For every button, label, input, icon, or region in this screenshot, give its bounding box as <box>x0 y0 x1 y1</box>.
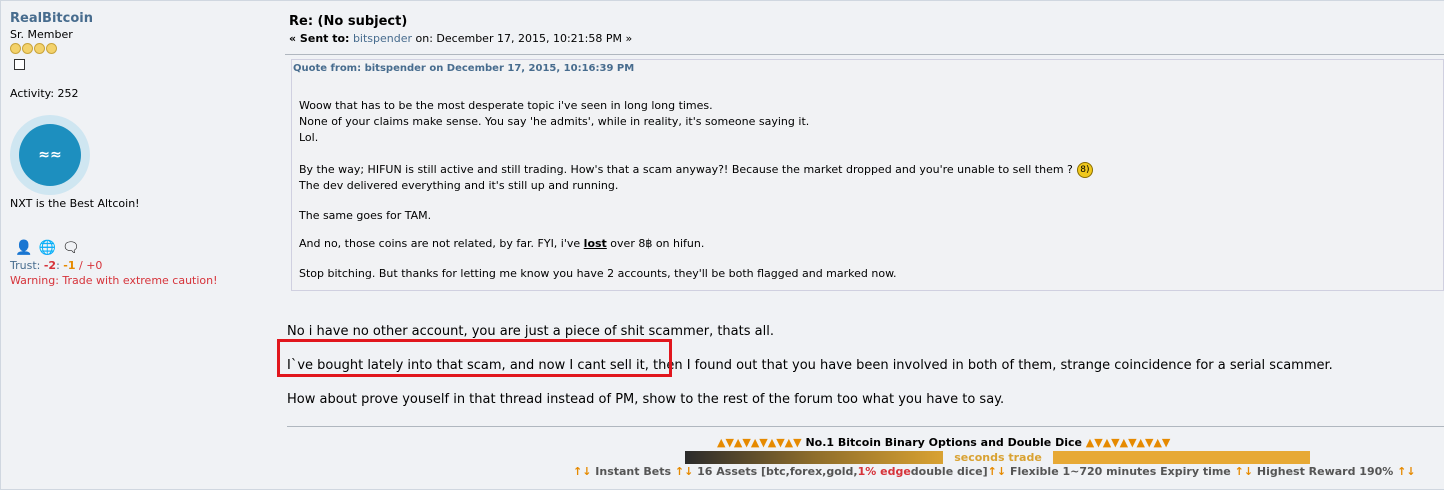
signature-line-3[interactable]: ↑↓ Instant Bets ↑↓ 16 Assets [btc,forex,… <box>573 465 1416 478</box>
signature-line-1[interactable]: ▲▼▲▼▲▼▲▼▲▼ No.1 Bitcoin Binary Options a… <box>717 436 1170 449</box>
arrows-icon: ↑↓ <box>987 465 1007 478</box>
arrows-icon: ↑↓ <box>1397 465 1416 478</box>
star-icon <box>22 43 33 54</box>
trust-neutral: -1 <box>63 259 76 272</box>
message-content: Re: (No subject) « Sent to: bitspender o… <box>277 1 1444 489</box>
triangle-decoration: ▲▼▲▼▲▼▲▼▲▼ <box>1085 436 1171 449</box>
body-line: How about prove youself in that thread i… <box>287 392 1005 407</box>
quote-line-text: By the way; HIFUN is still active and st… <box>299 163 1073 176</box>
quote-line: By the way; HIFUN is still active and st… <box>299 162 1093 178</box>
trust-label: Trust: <box>10 259 44 272</box>
recipient-link[interactable]: bitspender <box>353 32 412 45</box>
trust-positive: / +0 <box>79 259 103 272</box>
member-rank: Sr. Member <box>10 28 73 41</box>
triangle-decoration: ▲▼▲▼▲▼▲▼▲▼ <box>717 436 802 449</box>
star-icon <box>46 43 57 54</box>
website-globe-icon[interactable]: 🌐 <box>38 240 55 256</box>
trust-negative: -2 <box>43 259 57 272</box>
trust-score: Trust: -2: -1 / +0 <box>10 259 103 272</box>
quote-header-link[interactable]: Quote from: bitspender on December 17, 2… <box>293 63 634 74</box>
message-subject: Re: (No subject) <box>289 14 408 29</box>
banner-text: seconds trade <box>954 450 1042 464</box>
arrows-icon: ↑↓ <box>674 465 694 478</box>
quote-line: The dev delivered everything and it's st… <box>299 179 619 192</box>
star-icon <box>10 43 21 54</box>
quote-line: And no, those coins are not related, by … <box>299 237 705 250</box>
quote-line: Woow that has to be the most desperate t… <box>299 99 713 112</box>
personal-text: NXT is the Best Altcoin! <box>10 197 140 210</box>
sent-date: on: December 17, 2015, 10:21:58 PM » <box>415 32 633 45</box>
quote-line <box>299 146 1093 162</box>
sent-to-label: « Sent to: <box>289 32 350 45</box>
quote-line <box>299 194 1093 208</box>
poster-info: RealBitcoin Sr. Member Activity: 252 ≈≈ … <box>1 1 276 489</box>
profile-icons: 👤 🌐 🗨 <box>15 240 80 256</box>
username-link[interactable]: RealBitcoin <box>10 11 93 26</box>
message-meta: « Sent to: bitspender on: December 17, 2… <box>289 32 632 45</box>
quote-line: Lol. <box>299 131 319 144</box>
checkbox-icon[interactable] <box>14 59 25 70</box>
signature-banner[interactable]: seconds trade <box>685 450 1310 464</box>
quote-line: None of your claims make sense. You say … <box>299 115 810 128</box>
sig-assets: 16 Assets [btc,forex,gold, <box>697 465 858 478</box>
quote-line: Stop bitching. But thanks for letting me… <box>299 267 897 280</box>
arrows-icon: ↑↓ <box>1234 465 1254 478</box>
sig-edge: 1% edge <box>857 465 911 478</box>
signature-title: No.1 Bitcoin Binary Options and Double D… <box>805 436 1082 449</box>
quote-body: Woow that has to be the most desperate t… <box>299 98 1093 282</box>
star-icon <box>34 43 45 54</box>
nxt-logo-icon: ≈≈ <box>19 124 81 186</box>
emphasis-lost: lost <box>583 237 607 250</box>
sig-instant-bets: Instant Bets <box>595 465 672 478</box>
sig-dice: double dice] <box>910 465 988 478</box>
quote-line <box>299 224 1093 236</box>
message-icon[interactable]: 🗨 <box>62 240 80 256</box>
sig-reward: Highest Reward 190% <box>1256 465 1394 478</box>
divider <box>285 54 1444 55</box>
highlight-box <box>277 339 672 377</box>
banner-gradient <box>685 450 943 464</box>
banner-gold-bar <box>1053 450 1310 464</box>
quote-line <box>299 252 1093 266</box>
profile-icon[interactable]: 👤 <box>15 240 32 256</box>
post-container: RealBitcoin Sr. Member Activity: 252 ≈≈ … <box>0 0 1444 490</box>
arrows-icon: ↑↓ <box>573 465 592 478</box>
activity-count: Activity: 252 <box>10 87 79 100</box>
rank-stars <box>10 43 57 54</box>
trust-warning: Warning: Trade with extreme caution! <box>10 274 218 287</box>
sig-flexible: Flexible 1~720 minutes Expiry time <box>1009 465 1231 478</box>
avatar: ≈≈ <box>10 115 90 195</box>
signature-divider <box>287 426 1444 427</box>
cool-smiley-icon: 8) <box>1076 162 1093 178</box>
quote-line: The same goes for TAM. <box>299 209 432 222</box>
